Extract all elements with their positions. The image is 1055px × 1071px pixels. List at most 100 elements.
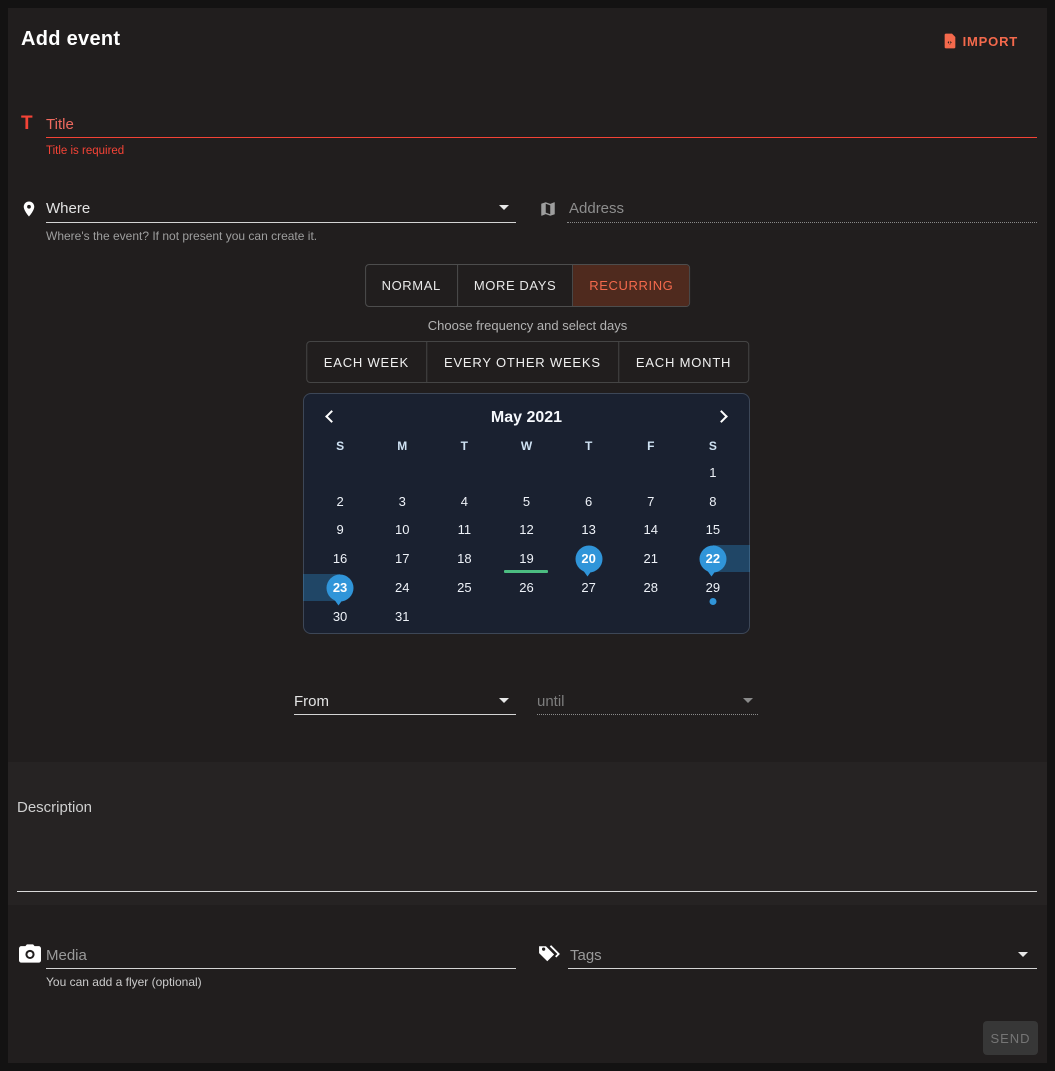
calendar-day-3[interactable]: 3 [371,487,433,516]
day-number: 26 [519,580,533,595]
day-number: 7 [647,494,654,509]
calendar-empty-cell [433,458,495,487]
calendar-empty-cell [495,602,557,631]
tab-more-days[interactable]: MORE DAYS [458,265,573,306]
event-mode-tabs: NORMALMORE DAYSRECURRING [365,264,691,307]
media-input[interactable]: Media [46,947,87,964]
add-event-dialog: Add event IMPORT T Title Title is requir… [8,8,1047,1063]
day-number: 1 [709,465,716,480]
day-number: 18 [457,551,471,566]
calendar-day-5[interactable]: 5 [495,487,557,516]
tags-icon [538,944,562,969]
calendar-day-10[interactable]: 10 [371,516,433,545]
day-number: 24 [395,580,409,595]
calendar-day-4[interactable]: 4 [433,487,495,516]
day-number: 14 [644,522,658,537]
day-number: 31 [395,609,409,624]
tab-recurring[interactable]: RECURRING [573,265,689,306]
calendar-day-8[interactable]: 8 [682,487,744,516]
calendar-next-icon[interactable] [715,410,728,423]
calendar-day-22[interactable]: 22 [682,544,744,573]
calendar-empty-cell [371,458,433,487]
frequency-hint: Choose frequency and select days [8,318,1047,333]
calendar-day-30[interactable]: 30 [309,602,371,631]
calendar-empty-cell [620,458,682,487]
calendar-day-26[interactable]: 26 [495,573,557,602]
day-number: 4 [461,494,468,509]
day-number: 28 [644,580,658,595]
day-number: 6 [585,494,592,509]
calendar-empty-cell [558,602,620,631]
description-textarea[interactable]: Description [17,799,92,816]
weekday-label: F [620,434,682,458]
frequency-each-month[interactable]: EACH MONTH [619,342,748,382]
weekday-label: W [495,434,557,458]
calendar-day-18[interactable]: 18 [433,544,495,573]
calendar-empty-cell [620,602,682,631]
from-dropdown-arrow[interactable] [499,698,509,703]
import-label: IMPORT [963,34,1018,49]
import-file-icon [942,32,958,50]
address-underline [567,222,1037,223]
calendar-day-29[interactable]: 29 [682,573,744,602]
weekday-label: S [682,434,744,458]
calendar-day-12[interactable]: 12 [495,516,557,545]
day-number: 16 [333,551,347,566]
tab-normal[interactable]: NORMAL [366,265,458,306]
calendar-day-14[interactable]: 14 [620,516,682,545]
description-section: Description [8,762,1047,905]
calendar-day-31[interactable]: 31 [371,602,433,631]
calendar-day-16[interactable]: 16 [309,544,371,573]
frequency-every-other-weeks[interactable]: EVERY OTHER WEEKS [427,342,619,382]
calendar-day-9[interactable]: 9 [309,516,371,545]
calendar-day-19[interactable]: 19 [495,544,557,573]
weekday-label: M [371,434,433,458]
calendar-day-2[interactable]: 2 [309,487,371,516]
day-number: 17 [395,551,409,566]
from-underline [294,714,516,715]
calendar-day-11[interactable]: 11 [433,516,495,545]
day-number: 13 [581,522,595,537]
weekday-label: S [309,434,371,458]
description-underline [17,891,1037,892]
day-number: 2 [336,494,343,509]
tags-dropdown-arrow[interactable] [1018,952,1028,957]
calendar-day-24[interactable]: 24 [371,573,433,602]
calendar-day-25[interactable]: 25 [433,573,495,602]
calendar-day-21[interactable]: 21 [620,544,682,573]
tags-select[interactable]: Tags [570,947,602,964]
day-number: 30 [333,609,347,624]
day-number: 29 [706,580,720,595]
day-number: 11 [458,522,472,537]
calendar-day-13[interactable]: 13 [558,516,620,545]
map-icon [539,200,557,223]
day-number: 22 [706,551,720,566]
camera-icon [19,944,41,968]
calendar-prev-icon[interactable] [325,410,338,423]
where-select[interactable]: Where [46,200,90,217]
title-field-icon: T [21,113,33,135]
title-underline [46,137,1037,138]
calendar-day-15[interactable]: 15 [682,516,744,545]
calendar-weekday-row: SMTWTFS [309,434,744,458]
where-dropdown-arrow[interactable] [499,205,509,210]
frequency-each-week[interactable]: EACH WEEK [307,342,427,382]
calendar-day-7[interactable]: 7 [620,487,682,516]
send-button[interactable]: SEND [983,1021,1038,1055]
calendar-day-1[interactable]: 1 [682,458,744,487]
calendar-day-27[interactable]: 27 [558,573,620,602]
calendar-day-17[interactable]: 17 [371,544,433,573]
calendar-day-6[interactable]: 6 [558,487,620,516]
from-time-select[interactable]: From [294,693,329,710]
calendar-day-28[interactable]: 28 [620,573,682,602]
title-input[interactable]: Title [46,116,74,133]
day-number: 15 [706,522,720,537]
title-error-message: Title is required [46,145,124,157]
import-button[interactable]: IMPORT [942,32,1018,50]
day-number: 3 [399,494,406,509]
calendar-day-20[interactable]: 20 [558,544,620,573]
day-number: 8 [709,494,716,509]
calendar-day-23[interactable]: 23 [309,573,371,602]
until-time-select: until [537,693,565,710]
calendar-empty-cell [682,602,744,631]
